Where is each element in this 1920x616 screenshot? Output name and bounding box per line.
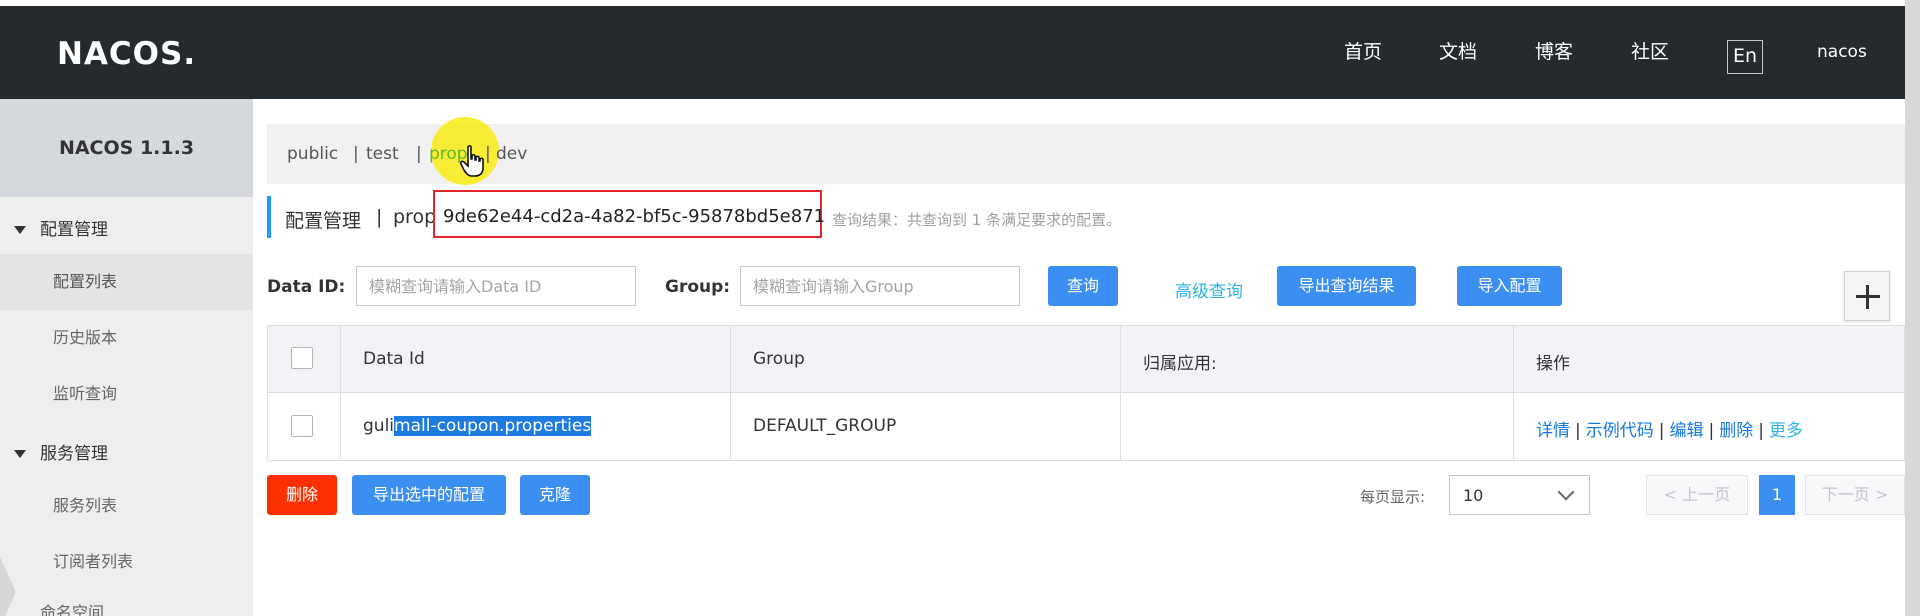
namespace-separator: | [416,144,422,164]
dataid-prefix: guli [363,416,395,436]
advanced-query-link[interactable]: 高级查询 [1175,277,1243,302]
export-selected-button[interactable]: 导出选中的配置 [352,475,506,515]
chevron-down-icon [1557,483,1575,501]
clone-button[interactable]: 克隆 [520,475,590,515]
page-size-value: 10 [1463,486,1484,505]
namespace-id: 9de62e44-cd2a-4a82-bf5c-95878bd5e871 [443,206,826,227]
user-menu[interactable]: nacos [1817,6,1867,99]
query-button[interactable]: 查询 [1048,266,1118,306]
nav-blog[interactable]: 博客 [1535,6,1573,99]
caret-down-icon [14,450,26,458]
table-header [268,326,1904,393]
window-edge [1905,0,1920,616]
page-title: 配置管理 [285,210,362,232]
delete-button[interactable]: 删除 [267,475,337,515]
page-size-label: 每页显示: [1360,488,1426,506]
namespace-test[interactable]: test [366,144,399,164]
action-edit[interactable]: 编辑 [1669,421,1703,441]
column-divider [340,326,341,460]
select-all-checkbox[interactable] [291,347,313,369]
query-result-summary: 查询结果：共查询到 1 条满足要求的配置。 [832,211,1122,229]
row-checkbox[interactable] [291,415,313,437]
column-header-group[interactable]: Group [753,349,805,369]
sidebar-item-history[interactable]: 历史版本 [0,310,253,366]
sidebar: NACOS 1.1.3 配置管理 配置列表 历史版本 监听查询 服务管理 服务列… [0,99,253,616]
current-page-button[interactable]: 1 [1759,475,1795,515]
namespace-dev[interactable]: dev [496,144,527,164]
sidebar-header: NACOS 1.1.3 [0,99,253,197]
nav-docs[interactable]: 文档 [1439,6,1477,99]
sidebar-group-config[interactable]: 配置管理 [14,215,108,240]
version-label: NACOS 1.1.3 [58,137,195,159]
title-separator: | [376,206,383,228]
column-divider [1120,326,1121,460]
title-accent-bar [267,196,271,238]
column-divider [730,326,731,460]
nacos-console: NACOS. 首页 文档 博客 社区 En nacos NACOS 1.1.3 … [0,0,1920,616]
column-header-actions: 操作 [1536,354,1570,374]
column-header-dataid[interactable]: Data Id [363,349,425,369]
column-divider [1513,326,1514,460]
row-group: DEFAULT_GROUP [753,416,897,436]
add-config-button[interactable] [1844,271,1890,321]
sidebar-item-config-list[interactable]: 配置列表 [0,254,253,310]
prev-page-button[interactable]: < 上一页 [1646,475,1748,515]
action-sample-code[interactable]: 示例代码 [1586,421,1654,441]
namespace-separator: | [353,144,359,164]
hand-cursor-icon [460,145,484,177]
dataid-search-input[interactable] [356,266,636,306]
sidebar-group-label: 服务管理 [40,444,108,464]
dataid-selected-text: mall-coupon.properties [394,416,592,436]
import-config-button[interactable]: 导入配置 [1457,266,1562,306]
sidebar-item-service-list[interactable]: 服务列表 [0,478,253,534]
language-toggle[interactable]: En [1727,40,1763,74]
group-label: Group: [665,277,731,297]
row-actions: 详情 | 示例代码 | 编辑 | 删除 | 更多 [1536,421,1803,441]
sidebar-group-label: 配置管理 [40,220,108,240]
export-query-result-button[interactable]: 导出查询结果 [1277,266,1416,306]
next-page-button[interactable]: 下一页 > [1805,475,1905,515]
action-more[interactable]: 更多 [1769,421,1803,441]
group-search-input[interactable] [740,266,1020,306]
row-dataid[interactable]: gulimall-coupon.properties [363,416,592,436]
nav-community[interactable]: 社区 [1631,6,1669,99]
sidebar-group-service[interactable]: 服务管理 [14,439,108,464]
action-delete[interactable]: 删除 [1719,421,1753,441]
namespace-public[interactable]: public [287,144,338,164]
sidebar-item-subscribers[interactable]: 订阅者列表 [0,534,253,590]
sidebar-item-listener[interactable]: 监听查询 [0,366,253,422]
current-namespace-name: prop [393,206,437,228]
config-table: Data Id Group 归属应用: 操作 gulimall-coupon.p… [267,325,1905,461]
nacos-logo[interactable]: NACOS. [57,36,196,72]
sidebar-item-namespace[interactable]: 命名空间 [40,599,104,616]
page-size-select[interactable]: 10 [1449,475,1590,515]
nav-home[interactable]: 首页 [1344,6,1382,99]
dataid-label: Data ID: [267,277,346,297]
caret-down-icon [14,226,26,234]
column-header-app: 归属应用: [1143,354,1217,374]
top-header: NACOS. 首页 文档 博客 社区 En nacos [0,6,1920,99]
action-detail[interactable]: 详情 [1536,421,1570,441]
